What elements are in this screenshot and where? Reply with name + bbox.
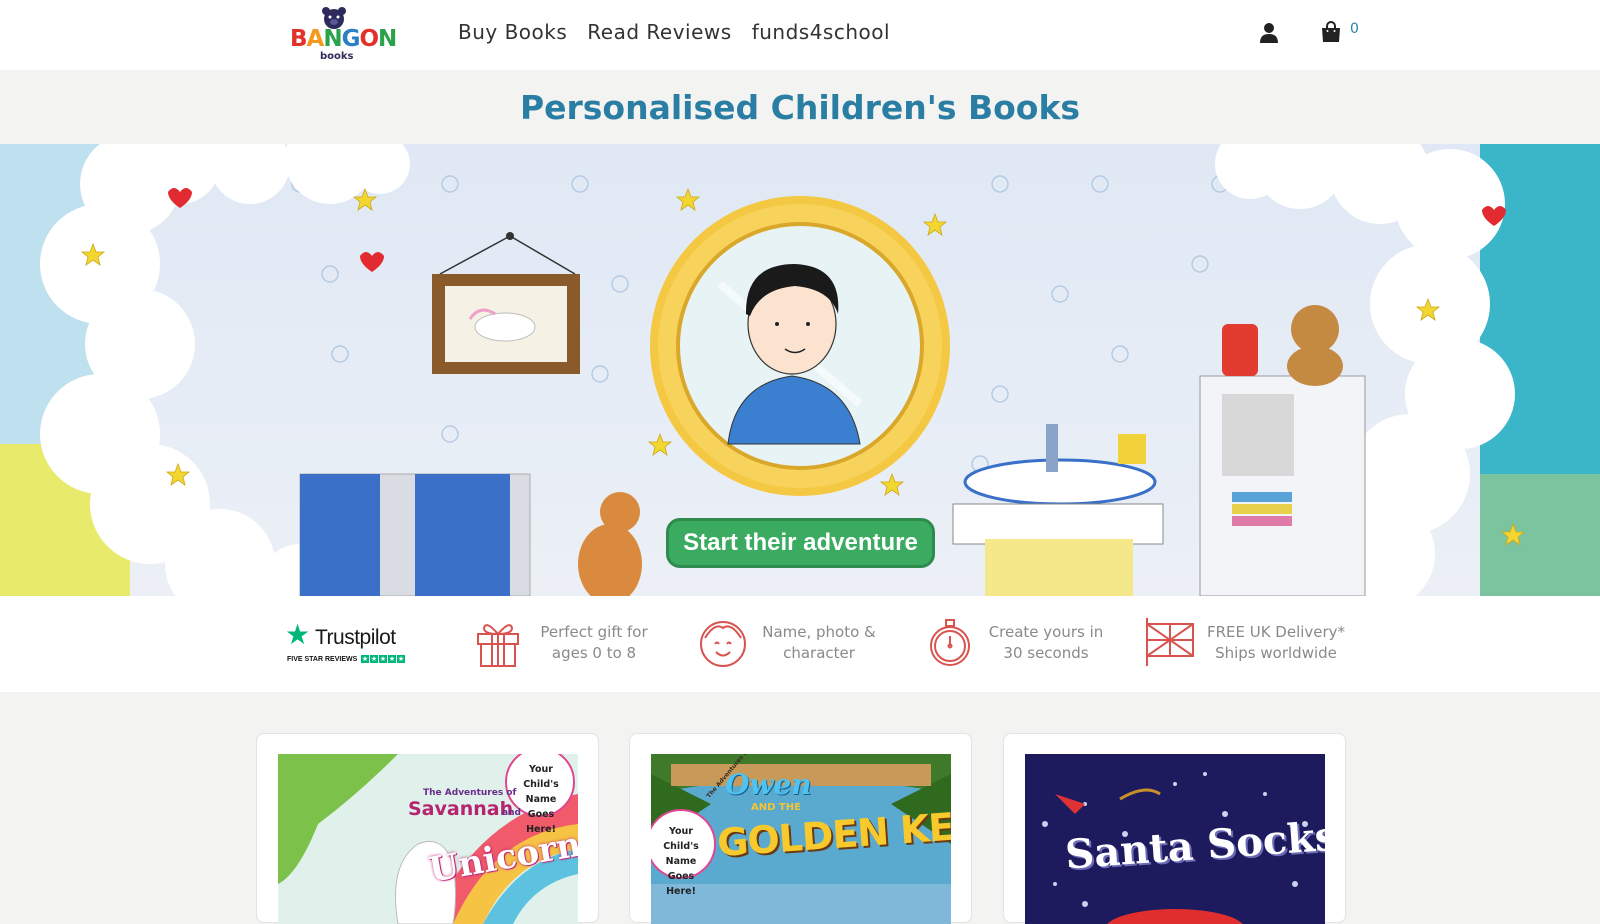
feature-gift-text: Perfect gift for ages 0 to 8 <box>540 623 648 662</box>
book-cover-unicorn[interactable]: The Adventures of Savannah and Unicorn O… <box>278 754 578 924</box>
feature-personalise-text: Name, photo & character <box>762 623 876 662</box>
user-account-icon[interactable] <box>1258 22 1280 44</box>
trustpilot-reviews-label: FIVE STAR REVIEWS <box>287 656 358 663</box>
trustpilot-rating-stars: ★ ★ ★ ★ ★ <box>361 655 405 663</box>
trustpilot-name: Trustpilot <box>315 626 396 649</box>
features-bar: ★ Trustpilot FIVE STAR REVIEWS ★ ★ ★ ★ ★ Per… <box>0 596 1600 692</box>
uk-flag-icon <box>1146 618 1194 666</box>
trustpilot-star-icon: ★ <box>285 618 311 651</box>
logo-sub: books <box>320 51 354 62</box>
page-title: Personalised Children's Books <box>519 88 1081 127</box>
book-owen-badge: Your Child's Name Goes Here! <box>663 826 699 897</box>
book-card-golden-key[interactable]: The Adventures of Owen AND THE GOLDEN KE… <box>629 733 972 924</box>
main-nav: Buy Books Read Reviews funds4school <box>458 20 890 44</box>
book-unicorn-title-name: Savannah <box>408 798 514 820</box>
logo-word: BANGON <box>290 26 397 52</box>
feature-personalise: Name, photo & character <box>697 614 887 674</box>
feature-speed: Create yours in 30 seconds <box>924 614 1114 674</box>
nav-funds4school[interactable]: funds4school <box>752 20 890 44</box>
feature-speed-text: Create yours in 30 seconds <box>988 623 1104 662</box>
book-owen-title-name: Owen <box>725 768 812 801</box>
cart-count: 0 <box>1350 21 1359 37</box>
book-card-santa-socks[interactable]: Santa Socks <box>1003 733 1346 924</box>
logo[interactable]: BANGON books <box>290 6 397 64</box>
stopwatch-icon <box>930 619 970 666</box>
shopping-bag-icon[interactable] <box>1320 21 1342 43</box>
feature-delivery: FREE UK Delivery* Ships worldwide <box>1144 614 1354 674</box>
book-cover-santa-socks[interactable]: Santa Socks <box>1025 754 1325 924</box>
hero-banner: Start their adventure <box>0 144 1600 596</box>
site-header: BANGON books Buy Books Read Reviews fund… <box>0 0 1600 70</box>
book-cover-golden-key[interactable]: The Adventures of Owen AND THE GOLDEN KE… <box>651 754 951 924</box>
feature-delivery-text: FREE UK Delivery* Ships worldwide <box>1206 623 1346 662</box>
book-card-unicorn[interactable]: The Adventures of Savannah and Unicorn O… <box>256 733 599 924</box>
child-face-icon <box>700 621 746 667</box>
nav-read-reviews[interactable]: Read Reviews <box>587 20 731 44</box>
nav-buy-books[interactable]: Buy Books <box>458 20 567 44</box>
book-owen-title-and: AND THE <box>751 802 801 813</box>
gift-icon <box>477 624 519 667</box>
book-unicorn-title-top: The Adventures of <box>423 788 517 798</box>
feature-gift: Perfect gift for ages 0 to 8 <box>472 614 662 674</box>
start-adventure-button[interactable]: Start their adventure <box>666 518 935 568</box>
book-unicorn-badge: Your Child's Name Goes Here! <box>523 764 559 835</box>
